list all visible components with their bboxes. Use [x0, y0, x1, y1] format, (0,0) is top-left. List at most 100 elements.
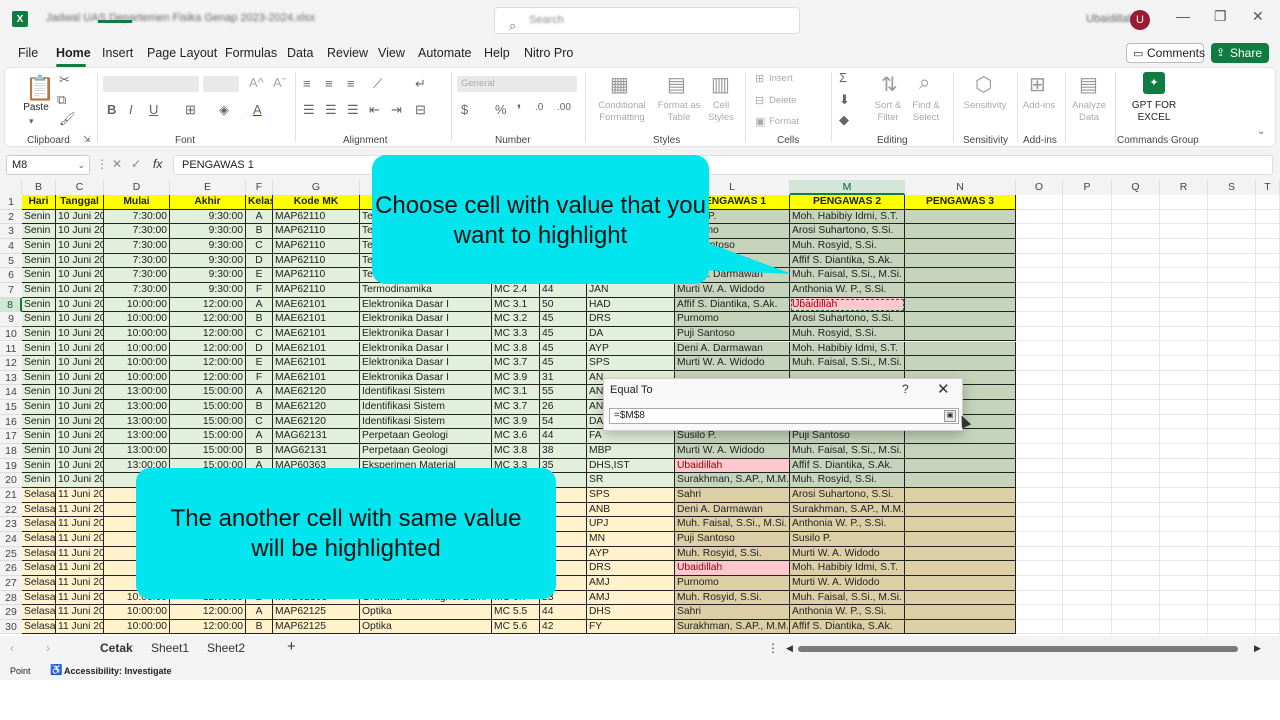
- table-cell[interactable]: Termodinamika: [360, 282, 492, 298]
- align-top-icon[interactable]: ≡: [303, 76, 311, 91]
- empty-cell[interactable]: [1112, 282, 1160, 298]
- analyze-data-label[interactable]: Analyze Data: [1069, 100, 1109, 124]
- table-cell[interactable]: 10 Juni 2024: [56, 458, 104, 474]
- empty-cell[interactable]: [1063, 429, 1112, 445]
- table-cell[interactable]: ANB: [587, 502, 675, 518]
- empty-cell[interactable]: [1016, 414, 1063, 430]
- empty-cell[interactable]: [1063, 575, 1112, 591]
- table-cell[interactable]: Perpetaan Geologi: [360, 444, 492, 459]
- empty-cell[interactable]: [1112, 429, 1160, 445]
- table-cell[interactable]: Senin: [22, 444, 56, 459]
- empty-cell[interactable]: [1256, 356, 1280, 371]
- table-cell[interactable]: MC 3.8: [492, 444, 540, 459]
- table-cell[interactable]: 11 Juni 2024: [56, 546, 104, 562]
- row-header-2[interactable]: 2: [0, 209, 22, 225]
- table-cell[interactable]: 9:30:00: [170, 238, 246, 254]
- pengawas-cell[interactable]: Murti W. A. Widodo: [675, 282, 790, 298]
- table-cell[interactable]: 7:30:00: [104, 238, 170, 254]
- table-cell[interactable]: B: [246, 400, 273, 415]
- table-cell[interactable]: 10:00:00: [104, 341, 170, 357]
- table-cell[interactable]: 11 Juni 2024: [56, 619, 104, 635]
- empty-cell[interactable]: [1016, 253, 1063, 269]
- empty-cell[interactable]: [1208, 488, 1256, 503]
- table-cell[interactable]: SPS: [587, 356, 675, 371]
- table-cell[interactable]: Senin: [22, 297, 56, 313]
- format-as-table-label[interactable]: Format as Table: [653, 100, 705, 124]
- table-cell[interactable]: F: [246, 282, 273, 298]
- row-header-4[interactable]: 4: [0, 238, 22, 254]
- table-cell[interactable]: MAG62131: [273, 444, 360, 459]
- pengawas-cell[interactable]: Murti W. A. Widodo: [675, 444, 790, 459]
- format-cells-label[interactable]: Format: [769, 116, 805, 128]
- empty-cell[interactable]: [1112, 531, 1160, 547]
- table-cell[interactable]: MAG62131: [273, 429, 360, 445]
- empty-cell[interactable]: [1160, 326, 1208, 342]
- table-cell[interactable]: 45: [540, 326, 587, 342]
- table-cell[interactable]: 12:00:00: [170, 341, 246, 357]
- table-cell[interactable]: 15:00:00: [170, 414, 246, 430]
- table-cell[interactable]: Selasa: [22, 488, 56, 503]
- pengawas-cell[interactable]: Affif S. Diantika, S.Ak.: [790, 253, 905, 269]
- pengawas-cell[interactable]: Affif S. Diantika, S.Ak.: [675, 297, 790, 313]
- font-color-icon[interactable]: A: [253, 102, 262, 117]
- table-cell[interactable]: 10 Juni 2024: [56, 238, 104, 254]
- table-cell[interactable]: 10 Juni 2024: [56, 326, 104, 342]
- pengawas-cell[interactable]: [905, 531, 1016, 547]
- table-cell[interactable]: 10 Juni 2024: [56, 385, 104, 401]
- percent-icon[interactable]: %: [495, 102, 507, 117]
- table-cell[interactable]: 7:30:00: [104, 282, 170, 298]
- column-header-p[interactable]: P: [1063, 180, 1112, 195]
- table-cell[interactable]: 11 Juni 2024: [56, 502, 104, 518]
- table-cell[interactable]: 10:00:00: [104, 312, 170, 327]
- row-header-1[interactable]: 1: [0, 195, 22, 210]
- format-as-table-icon[interactable]: ▤: [667, 72, 686, 97]
- empty-cell[interactable]: [1160, 488, 1208, 503]
- pengawas-cell[interactable]: Puji Santoso: [675, 326, 790, 342]
- empty-cell[interactable]: [1112, 356, 1160, 371]
- empty-cell[interactable]: [1160, 429, 1208, 445]
- table-header-cell[interactable]: PENGAWAS 2: [790, 195, 905, 210]
- empty-cell[interactable]: [1256, 297, 1280, 313]
- table-cell[interactable]: 9:30:00: [170, 268, 246, 283]
- empty-cell[interactable]: [1016, 429, 1063, 445]
- pengawas-cell[interactable]: Anthonia W. P., S.Si.: [790, 605, 905, 620]
- column-header-m[interactable]: M: [790, 180, 905, 195]
- empty-cell[interactable]: [1256, 341, 1280, 357]
- table-cell[interactable]: Selasa: [22, 561, 56, 576]
- table-cell[interactable]: 45: [540, 312, 587, 327]
- table-header-cell[interactable]: Kelas: [246, 195, 273, 210]
- empty-cell[interactable]: [1063, 400, 1112, 415]
- menu-automate[interactable]: Automate: [418, 46, 472, 60]
- decrease-indent-icon[interactable]: ⇤: [369, 102, 380, 118]
- empty-cell[interactable]: [1016, 400, 1063, 415]
- empty-cell[interactable]: [1016, 458, 1063, 474]
- sensitivity-icon[interactable]: ⬡: [975, 72, 992, 97]
- addins-icon[interactable]: ⊞: [1029, 72, 1046, 97]
- pengawas-cell[interactable]: Arosi Suhartono, S.Si.: [790, 312, 905, 327]
- empty-cell[interactable]: [1208, 517, 1256, 532]
- row-header-30[interactable]: 30: [0, 619, 22, 635]
- column-header-c[interactable]: C: [56, 180, 104, 195]
- table-cell[interactable]: MC 3.3: [492, 326, 540, 342]
- table-cell[interactable]: Senin: [22, 238, 56, 254]
- table-cell[interactable]: Selasa: [22, 619, 56, 635]
- table-cell[interactable]: 10 Juni 2024: [56, 224, 104, 239]
- empty-cell[interactable]: [1016, 268, 1063, 283]
- table-cell[interactable]: D: [246, 341, 273, 357]
- table-cell[interactable]: 13:00:00: [104, 400, 170, 415]
- table-cell[interactable]: DRS: [587, 312, 675, 327]
- table-cell[interactable]: Selasa: [22, 517, 56, 532]
- row-header-7[interactable]: 7: [0, 282, 22, 298]
- merge-center-icon[interactable]: ⊟: [415, 102, 426, 118]
- pengawas-cell[interactable]: [905, 502, 1016, 518]
- table-cell[interactable]: MC 3.9: [492, 414, 540, 430]
- pengawas-cell[interactable]: Purnomo: [675, 575, 790, 591]
- pengawas-cell[interactable]: [905, 209, 1016, 225]
- empty-cell[interactable]: [1112, 385, 1160, 401]
- row-header-22[interactable]: 22: [0, 502, 22, 518]
- pengawas-cell[interactable]: Moh. Habibiy Idmi, S.T.: [790, 209, 905, 225]
- copy-icon[interactable]: ⧉: [57, 92, 66, 108]
- table-cell[interactable]: 7:30:00: [104, 268, 170, 283]
- help-icon[interactable]: ?: [902, 382, 909, 396]
- table-cell[interactable]: Elektronika Dasar I: [360, 297, 492, 313]
